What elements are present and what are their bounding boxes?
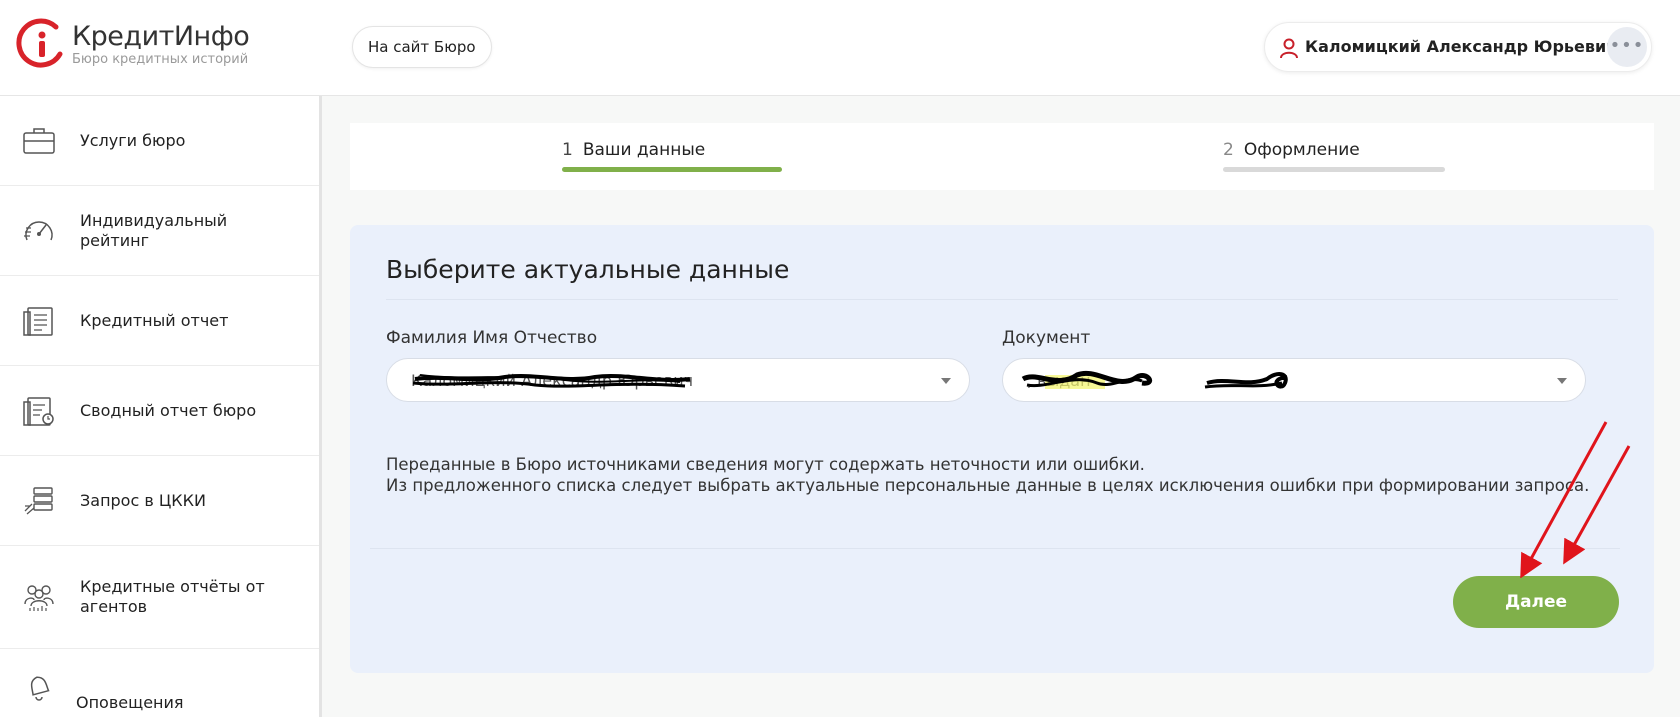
site-button[interactable]: На сайт Бюро [352, 26, 492, 68]
step-registration[interactable]: 2 Оформление [1223, 140, 1360, 160]
user-menu[interactable]: Каломицкий Александр Юрьевич ••• [1264, 22, 1652, 72]
card-title: Выберите актуальные данные [386, 255, 790, 284]
logo-name: КредитИнфо [72, 21, 250, 52]
sidebar-item-label: Сводный отчет бюро [80, 400, 257, 420]
user-icon [1280, 38, 1298, 59]
sidebar-item-bureau-services[interactable]: Услуги бюро [0, 96, 319, 186]
sidebar-item-summary-report[interactable]: Сводный отчет бюро [0, 366, 319, 456]
info-line-1: Переданные в Бюро источниками сведения м… [386, 455, 1145, 474]
step-label: Оформление [1243, 140, 1360, 160]
stepper: 1 Ваши данные 2 Оформление [350, 123, 1654, 190]
info-text: Переданные в Бюро источниками сведения м… [386, 454, 1589, 496]
document-select[interactable]: , выдан [1002, 358, 1586, 402]
data-selection-card: Выберите актуальные данные Фамилия Имя О… [350, 225, 1654, 673]
sidebar-item-label: Услуги бюро [80, 130, 186, 150]
sidebar-item-agent-reports[interactable]: Кредитные отчёты от агентов [0, 546, 319, 649]
document-icon [23, 306, 53, 336]
annotation-arrows [1520, 421, 1631, 578]
speedometer-icon [24, 220, 53, 240]
sidebar-item-label: Запрос в ЦККИ [80, 490, 206, 510]
bell-icon [30, 676, 50, 701]
user-name: Каломицкий Александр Юрьевич [1305, 37, 1618, 56]
step-your-data[interactable]: 1 Ваши данные [562, 140, 705, 160]
title-divider [386, 299, 1618, 300]
step-number: 2 [1223, 140, 1234, 160]
more-menu-button[interactable]: ••• [1607, 27, 1647, 67]
fio-select[interactable]: Каломицкий Александр Юрьевич [386, 358, 970, 402]
fio-label: Фамилия Имя Отчество [386, 328, 598, 348]
header: КредитИнфо Бюро кредитных историй На сай… [0, 0, 1680, 96]
agents-icon [24, 585, 54, 611]
sidebar-item-individual-rating[interactable]: Индивидуальный рейтинг [0, 186, 319, 276]
redaction-scribble [1021, 370, 1288, 389]
summary-report-icon [23, 396, 54, 426]
chevron-down-icon [941, 378, 951, 384]
sidebar-item-credit-report[interactable]: Кредитный отчет [0, 276, 319, 366]
sidebar-item-ckki-request[interactable]: Запрос в ЦККИ [0, 456, 319, 546]
next-button[interactable]: Далее [1453, 576, 1619, 628]
redaction-scribble [412, 374, 691, 388]
server-request-icon [24, 486, 53, 514]
sidebar-item-label: Оповещения [76, 693, 184, 712]
sidebar-item-label: Кредитный отчет [80, 310, 229, 330]
logo-mark-icon [16, 18, 63, 68]
step-label: Ваши данные [582, 140, 706, 160]
chevron-down-icon [1557, 378, 1567, 384]
sidebar-item-label: Кредитные отчёты от агентов [80, 577, 265, 616]
annotation-arrow [1520, 421, 1608, 578]
document-label: Документ [1002, 328, 1091, 348]
logo[interactable]: КредитИнфо Бюро кредитных историй [16, 18, 250, 72]
sidebar-item-label: Индивидуальный рейтинг [80, 210, 228, 250]
logo-subtitle: Бюро кредитных историй [72, 52, 249, 67]
sidebar: Услуги бюро Индивидуальный рейтинг Креди… [0, 96, 322, 717]
briefcase-icon [23, 127, 55, 154]
sidebar-item-notifications[interactable]: Оповещения [0, 649, 319, 717]
step-progress-bar-inactive [1223, 167, 1445, 172]
step-number: 1 [562, 140, 573, 160]
step-progress-bar-active [562, 167, 782, 172]
annotation-arrow [1563, 445, 1631, 565]
info-line-2: Из предложенного списка следует выбрать … [386, 476, 1590, 495]
footer-divider [370, 548, 1620, 549]
